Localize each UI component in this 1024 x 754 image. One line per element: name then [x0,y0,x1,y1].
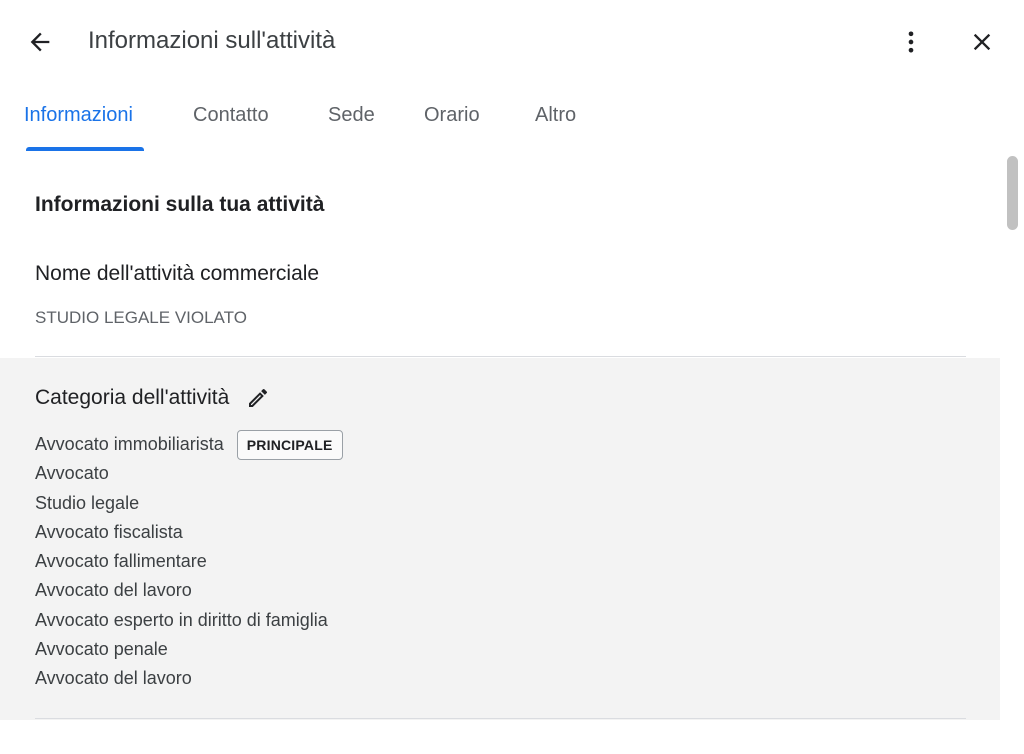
category-item: Avvocato del lavoro [35,580,192,601]
business-category-row[interactable]: Categoria dell'attività Avvocato immobil… [0,358,1000,720]
category-item: Avvocato esperto in diritto di famiglia [35,609,328,630]
section-heading: Informazioni sulla tua attività [35,193,325,216]
tab-altro[interactable]: Altro [535,104,576,127]
tab-bar: Informazioni Contatto Sede Orario Altro [0,84,1000,154]
close-icon [973,33,991,51]
tab-orario[interactable]: Orario [424,104,480,127]
category-item: Avvocato immobiliarista PRINCIPALE [35,429,343,460]
primary-badge: PRINCIPALE [236,429,343,460]
category-list: Avvocato immobiliarista PRINCIPALE Avvoc… [35,429,343,694]
divider [35,356,966,357]
pencil-icon [249,388,268,407]
category-label: Categoria dell'attività [35,386,230,409]
business-name-row[interactable]: Nome dell'attività commerciale STUDIO LE… [0,244,1000,358]
category-item: Avvocato penale [35,639,168,660]
category-item-label: Avvocato immobiliarista [35,434,224,454]
arrow-left-icon [30,32,50,52]
back-button[interactable] [24,26,56,58]
scrollbar-track[interactable] [1000,154,1024,754]
tab-informazioni[interactable]: Informazioni [24,104,133,127]
active-tab-indicator [26,147,144,151]
business-name-value: STUDIO LEGALE VIOLATO [35,308,247,327]
category-item: Studio legale [35,492,140,513]
business-name-label: Nome dell'attività commerciale [35,262,320,285]
scrollbar-thumb[interactable] [1007,156,1018,230]
category-item: Avvocato [35,463,109,484]
tab-sede[interactable]: Sede [328,104,375,127]
edit-category-button[interactable] [245,385,271,411]
more-vert-icon [908,31,914,53]
dialog-content: Informazioni sulla tua attività Nome del… [0,154,1000,754]
more-options-button[interactable] [896,26,926,58]
category-item: Avvocato fallimentare [35,551,207,572]
dialog-header: Informazioni sull'attività [0,0,1024,84]
divider [35,718,966,719]
dialog-title: Informazioni sull'attività [88,27,336,54]
category-item: Avvocato del lavoro [35,668,192,689]
tab-contatto[interactable]: Contatto [193,104,269,127]
close-button[interactable] [966,26,998,58]
category-item: Avvocato fiscalista [35,521,183,542]
